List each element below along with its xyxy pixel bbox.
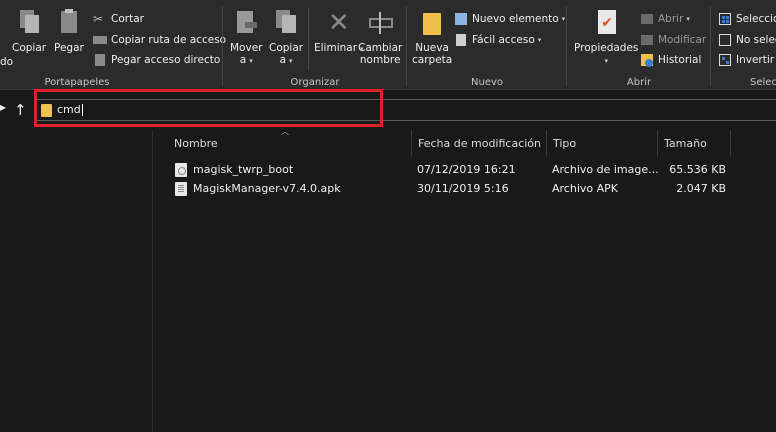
group-label-nuevo: Nuevo	[470, 77, 503, 88]
ribbon: do Copiar Pegar ✂ Cortar Copiar ruta de …	[0, 0, 776, 90]
file-date: 07/12/2019 16:21	[417, 163, 516, 176]
history-icon	[640, 53, 654, 67]
edit-icon	[640, 33, 654, 47]
cut-button[interactable]: ✂ Cortar	[93, 10, 144, 28]
invert-selection-icon	[718, 53, 732, 67]
up-arrow-button[interactable]: ↑	[14, 101, 27, 119]
file-size: 65.536 KB	[669, 163, 726, 176]
invert-selection-button[interactable]: Invertir s	[718, 51, 776, 69]
move-to-button[interactable]: Mover a ▾	[230, 8, 262, 67]
copy-button[interactable]: Copiar	[12, 8, 46, 54]
select-none-button[interactable]: No selec	[718, 31, 776, 49]
image-file-icon	[175, 163, 187, 177]
scissors-icon: ✂	[93, 12, 104, 26]
select-all-icon	[718, 12, 732, 26]
properties-button[interactable]: ✔ Propiedades ▾	[574, 8, 638, 67]
properties-checkmark-icon: ✔	[593, 8, 619, 38]
file-type: Archivo APK	[552, 182, 618, 195]
paste-icon	[56, 8, 82, 38]
move-to-icon	[233, 8, 259, 38]
easy-access-icon	[454, 33, 468, 47]
file-type: Archivo de image...	[552, 163, 659, 176]
column-header-name[interactable]: Nombre	[168, 130, 412, 156]
rename-button[interactable]: Cambiar nombre	[358, 8, 402, 66]
group-label-organizar: Organizar	[290, 77, 340, 88]
copy-to-icon	[273, 8, 299, 38]
column-header-type[interactable]: Tipo	[547, 130, 658, 156]
open-icon	[640, 12, 654, 26]
file-name: magisk_twrp_boot	[193, 163, 294, 176]
navigation-pane[interactable]	[0, 130, 153, 432]
group-portapapeles: do Copiar Pegar ✂ Cortar Copiar ruta de …	[0, 0, 226, 90]
group-label-abrir: Abrir	[626, 77, 652, 88]
file-name: MagiskManager-v7.4.0.apk	[193, 182, 341, 195]
easy-access-button[interactable]: Fácil acceso ▾	[454, 31, 541, 49]
copy-to-button[interactable]: Copiar a ▾	[269, 8, 303, 67]
group-abrir: ✔ Propiedades ▾ Abrir ▾ Modificar Historia…	[568, 0, 710, 90]
open-button[interactable]: Abrir ▾	[640, 10, 690, 28]
forward-arrow-icon[interactable]: ▸	[0, 100, 6, 114]
paste-shortcut-button[interactable]: Pegar acceso directo	[93, 51, 220, 69]
history-button[interactable]: Historial	[640, 51, 701, 69]
select-all-button[interactable]: Seleccio	[718, 10, 776, 28]
pin-quick-access-label[interactable]: do	[0, 56, 13, 68]
file-list: ︿ Nombre Fecha de modificación Tipo Tama…	[155, 127, 776, 432]
group-seleccionar: Seleccio No selec Invertir s Selecc	[712, 0, 776, 90]
path-icon	[93, 33, 107, 47]
edit-button[interactable]: Modificar	[640, 31, 706, 49]
column-header-date[interactable]: Fecha de modificación	[412, 130, 547, 156]
group-organizar: Mover a ▾ Copiar a ▾ ✕ Eliminar ▾ Cambiar nomb…	[224, 0, 406, 90]
file-row[interactable]: MagiskManager-v7.4.0.apk 30/11/2019 5:16…	[155, 179, 776, 198]
paste-button[interactable]: Pegar	[54, 8, 84, 54]
column-header-size[interactable]: Tamaño	[658, 130, 731, 156]
file-size: 2.047 KB	[676, 182, 726, 195]
delete-button[interactable]: ✕ Eliminar ▾	[314, 8, 364, 55]
close-x-icon: ✕	[327, 8, 350, 38]
rename-icon	[367, 8, 394, 38]
new-item-button[interactable]: Nuevo elemento ▾	[454, 10, 565, 28]
group-nuevo: Nueva carpeta Nuevo elemento ▾ Fácil acces…	[408, 0, 566, 90]
new-item-icon	[454, 12, 468, 26]
folder-icon	[419, 8, 445, 38]
apk-file-icon	[175, 182, 187, 196]
file-date: 30/11/2019 5:16	[417, 182, 509, 195]
group-label-portapapeles: Portapapeles	[44, 77, 110, 88]
group-label-seleccionar: Selecc	[750, 77, 776, 88]
copy-icon	[16, 8, 42, 38]
annotation-highlight-box	[34, 89, 383, 127]
copy-path-button[interactable]: Copiar ruta de acceso	[93, 31, 226, 49]
shortcut-icon	[93, 53, 107, 67]
select-none-icon	[718, 33, 732, 47]
new-folder-button[interactable]: Nueva carpeta	[412, 8, 452, 66]
file-row[interactable]: magisk_twrp_boot 07/12/2019 16:21 Archiv…	[155, 160, 776, 179]
